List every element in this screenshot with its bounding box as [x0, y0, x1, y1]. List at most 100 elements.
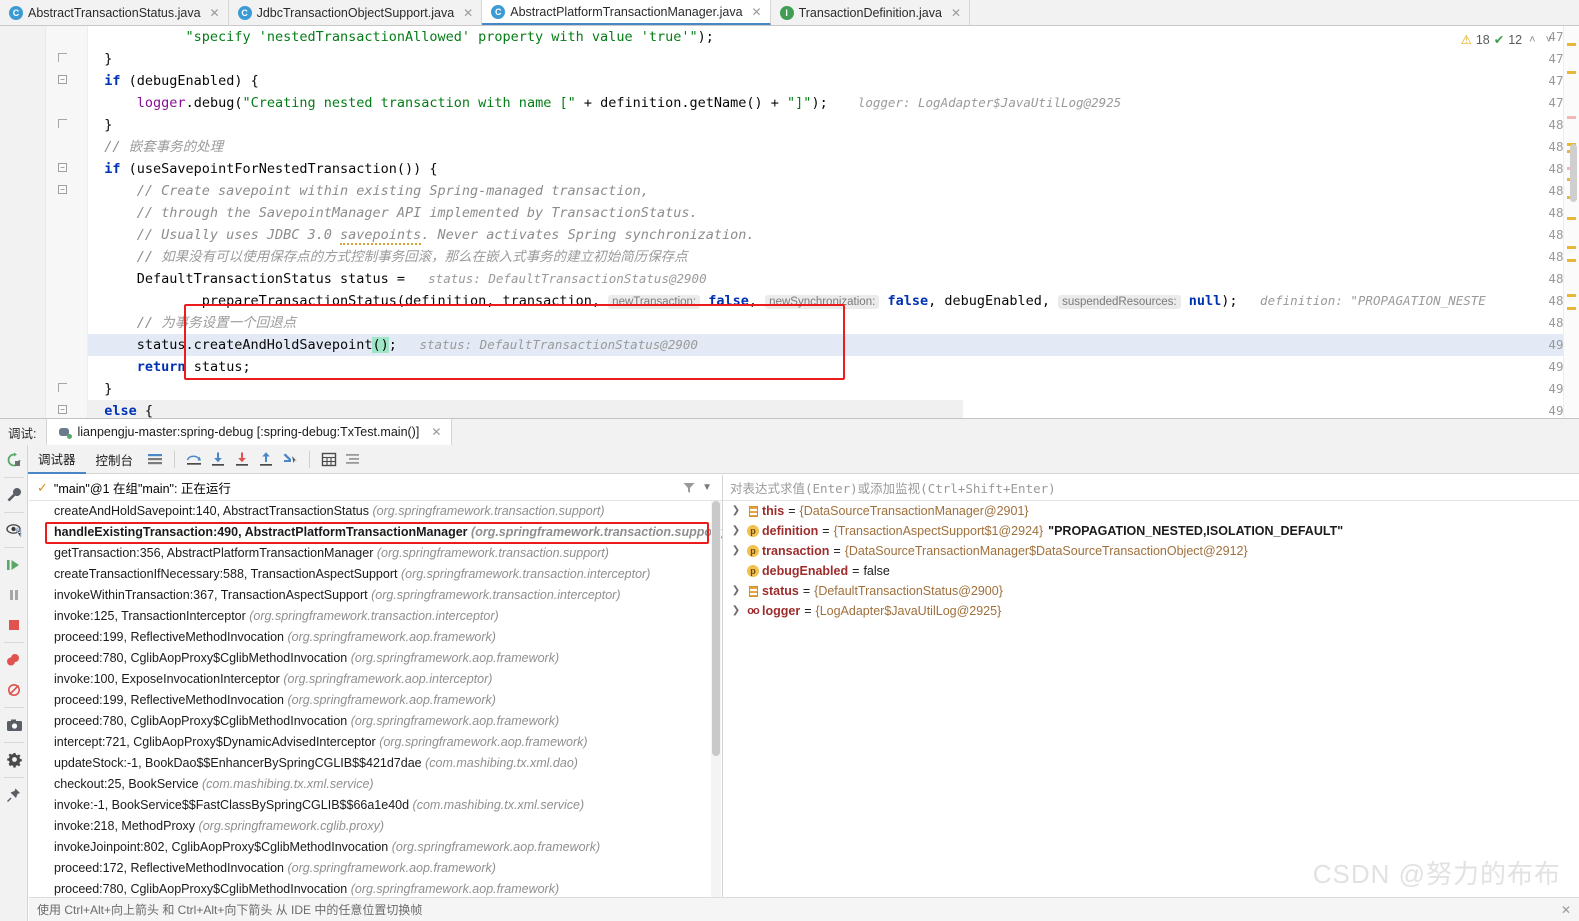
variable-row[interactable]: ❯ p definition = {TransactionAspectSuppo… [723, 521, 1579, 541]
frame-row[interactable]: invoke:100, ExposeInvocationInterceptor … [29, 669, 722, 690]
step-out-icon[interactable] [254, 447, 278, 471]
frame-row[interactable]: createAndHoldSavepoint:140, AbstractTran… [29, 501, 722, 522]
fold-arc-icon[interactable] [58, 119, 69, 130]
camera-snapshot-icon[interactable] [0, 710, 28, 740]
fold-collapse-icon[interactable]: − [58, 405, 69, 416]
frame-row[interactable]: updateStock:-1, BookDao$$EnhancerBySprin… [29, 753, 722, 774]
editor-scrollbar-thumb[interactable] [1570, 144, 1577, 202]
close-icon[interactable]: ✕ [463, 6, 473, 20]
rail-divider [3, 707, 24, 708]
step-over-icon[interactable] [182, 447, 206, 471]
editor-tab-2-active[interactable]: C AbstractPlatformTransactionManager.jav… [482, 0, 771, 25]
chevron-right-icon[interactable]: ❯ [728, 501, 744, 521]
pin-icon[interactable] [0, 780, 28, 810]
close-icon[interactable]: ✕ [951, 6, 961, 20]
equals-sign: = [802, 584, 811, 598]
frame-row[interactable]: proceed:780, CglibAopProxy$CglibMethodIn… [29, 711, 722, 732]
frame-row[interactable]: getTransaction:356, AbstractPlatformTran… [29, 543, 722, 564]
close-icon[interactable]: ✕ [1561, 903, 1571, 917]
evaluate-expression-input[interactable]: 对表达式求值(Enter)或添加监视(Ctrl+Shift+Enter) [723, 475, 1579, 501]
wrench-settings-icon[interactable] [0, 480, 28, 510]
frames-scrollbar-thumb[interactable] [712, 501, 720, 756]
frame-row[interactable]: createTransactionIfNecessary:588, Transa… [29, 564, 722, 585]
code-line-485: // Usually uses JDBC 3.0 savepoints. Nev… [136, 227, 755, 245]
chevron-right-icon[interactable]: ❯ [728, 601, 744, 621]
call-stack-frames-list[interactable]: createAndHoldSavepoint:140, AbstractTran… [29, 501, 722, 897]
green-check-icon: ✓ [37, 479, 48, 495]
settings-threads-icon[interactable] [341, 447, 365, 471]
thread-selector[interactable]: ✓ "main"@1 在组"main": 正在运行 ▼ [29, 475, 722, 501]
variable-row[interactable]: ❯ this = {DataSourceTransactionManager@2… [723, 501, 1579, 521]
chevron-right-icon[interactable]: ❯ [728, 581, 744, 601]
variable-row[interactable]: ❯ oo logger = {LogAdapter$JavaUtilLog@29… [723, 601, 1579, 621]
variable-row[interactable]: ❯ p transaction = {DataSourceTransaction… [723, 541, 1579, 561]
pause-program-icon[interactable] [0, 580, 28, 610]
java-class-icon: C [491, 4, 506, 19]
frame-row[interactable]: checkout:25, BookService (com.mashibing.… [29, 774, 722, 795]
editor-tab-0[interactable]: C AbstractTransactionStatus.java ✕ [0, 0, 229, 25]
frame-row[interactable]: proceed:780, CglibAopProxy$CglibMethodIn… [29, 648, 722, 669]
rerun-icon[interactable] [0, 445, 28, 475]
close-icon[interactable]: ✕ [752, 5, 762, 19]
chevron-right-icon[interactable]: ❯ [728, 521, 744, 541]
force-step-into-icon[interactable] [230, 447, 254, 471]
resume-program-icon[interactable] [0, 550, 28, 580]
frame-row[interactable]: invoke:125, TransactionInterceptor (org.… [29, 606, 722, 627]
chevron-down-icon[interactable]: ▼ [702, 482, 712, 493]
frame-row[interactable]: proceed:199, ReflectiveMethodInvocation … [29, 690, 722, 711]
frame-row[interactable]: invoke:-1, BookService$$FastClassBySprin… [29, 795, 722, 816]
frame-row-selected[interactable]: handleExistingTransaction:490, AbstractP… [29, 522, 722, 543]
frame-method: invoke:218, MethodProxy [54, 819, 196, 833]
current-frame-arrow-icon: ↰ [13, 525, 24, 540]
breakpoints-off-icon[interactable] [0, 675, 28, 705]
variable-name: this [762, 504, 785, 518]
inspection-widget[interactable]: ⚠ 18 ✔ 12 ˄ ˅ [1461, 32, 1555, 48]
mute-breakpoints-icon[interactable] [0, 645, 28, 675]
frame-method: proceed:780, CglibAopProxy$CglibMethodIn… [54, 714, 348, 728]
filter-icon[interactable] [682, 481, 696, 495]
chevron-down-icon[interactable]: ˅ [1543, 34, 1555, 46]
frame-method: invokeJoinpoint:802, CglibAopProxy$Cglib… [54, 840, 389, 854]
parameter-icon: p [744, 545, 762, 557]
code-editor[interactable]: 476 477 478 479 480 481 482 483 484 485 … [0, 26, 1579, 418]
frame-method: proceed:780, CglibAopProxy$CglibMethodIn… [54, 651, 348, 665]
debug-run-configuration-tab[interactable]: lianpengju-master:spring-debug [:spring-… [46, 418, 453, 446]
variable-row[interactable]: ❯ status = {DefaultTransactionStatus@290… [723, 581, 1579, 601]
stop-icon[interactable] [0, 610, 28, 640]
frame-row[interactable]: proceed:199, ReflectiveMethodInvocation … [29, 627, 722, 648]
toolbar-divider [309, 450, 311, 468]
equals-sign: = [852, 564, 860, 578]
editor-marker-strip[interactable] [1563, 26, 1579, 418]
editor-tab-1[interactable]: C JdbcTransactionObjectSupport.java ✕ [228, 0, 483, 25]
run-to-cursor-icon[interactable] [278, 447, 302, 471]
fold-arc-icon[interactable] [58, 383, 69, 394]
fold-collapse-icon[interactable]: − [58, 75, 69, 86]
frame-row[interactable]: proceed:172, ReflectiveMethodInvocation … [29, 858, 722, 879]
fold-collapse-icon[interactable]: − [58, 163, 69, 174]
equals-sign: = [833, 544, 841, 558]
frame-row[interactable]: proceed:780, CglibAopProxy$CglibMethodIn… [29, 879, 722, 897]
step-into-icon[interactable] [206, 447, 230, 471]
editor-tab-3[interactable]: I TransactionDefinition.java ✕ [770, 0, 971, 25]
fold-arc-icon[interactable] [58, 53, 69, 64]
layout-settings-icon[interactable] [143, 447, 167, 471]
code-line-478: if (debugEnabled) { [104, 73, 259, 89]
tab-console[interactable]: 控制台 [86, 445, 144, 474]
close-icon[interactable]: ✕ [210, 6, 220, 20]
variable-row[interactable]: p debugEnabled = false [723, 561, 1579, 581]
tab-debugger[interactable]: 调试器 [28, 445, 86, 474]
chevron-up-icon[interactable]: ˄ [1526, 34, 1538, 46]
close-icon[interactable]: ✕ [431, 425, 441, 439]
frame-row[interactable]: invokeJoinpoint:802, CglibAopProxy$Cglib… [29, 837, 722, 858]
code-line-493: else { [104, 403, 154, 418]
variable-value: {TransactionAspectSupport$1@2924} [833, 524, 1044, 538]
frames-scrollbar[interactable] [711, 501, 721, 897]
evaluate-expression-icon[interactable] [317, 447, 341, 471]
frame-row[interactable]: invoke:218, MethodProxy (org.springframe… [29, 816, 722, 837]
frame-row[interactable]: invokeWithinTransaction:367, Transaction… [29, 585, 722, 606]
code-text-area[interactable]: "specify 'nestedTransactionAllowed' prop… [88, 26, 1543, 418]
frame-row[interactable]: intercept:721, CglibAopProxy$DynamicAdvi… [29, 732, 722, 753]
settings-gear-icon[interactable] [0, 745, 28, 775]
chevron-right-icon[interactable]: ❯ [728, 541, 744, 561]
fold-collapse-icon[interactable]: − [58, 185, 69, 196]
